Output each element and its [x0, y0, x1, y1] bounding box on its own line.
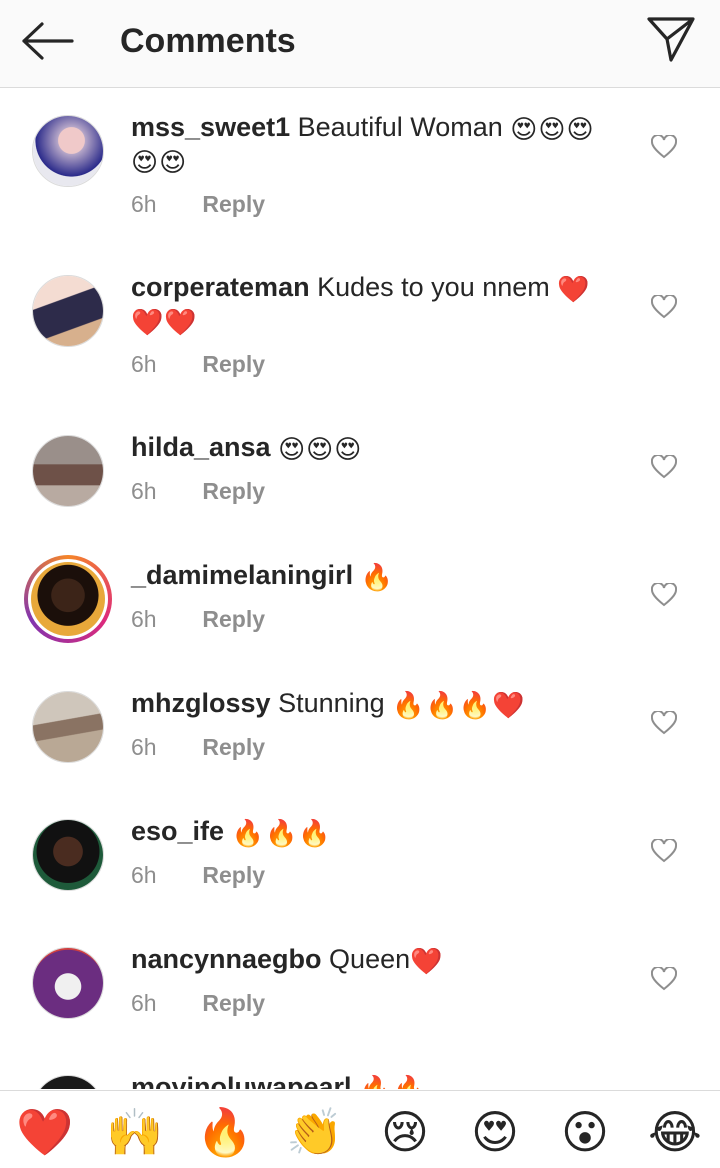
heart-icon[interactable]: [651, 295, 677, 319]
comment-emojis: ❤️: [557, 274, 591, 304]
reply-button[interactable]: Reply: [202, 862, 265, 888]
comment-meta: 6h Reply: [131, 990, 265, 1017]
comment-time: 6h: [131, 478, 157, 504]
comment-emojis-line2: 😍😍: [131, 147, 188, 177]
comment-body: Queen: [329, 944, 411, 974]
username[interactable]: moyinoluwapearl: [131, 1072, 352, 1089]
emoji-surprised-face-button[interactable]: 😮: [554, 1101, 616, 1163]
emoji-raising-hands-button[interactable]: 🙌: [104, 1101, 166, 1163]
avatar-story-ring[interactable]: [24, 555, 112, 643]
comment-text: moyinoluwapearl 🔥🔥: [131, 1071, 626, 1089]
comment-emojis: 🔥🔥🔥❤️: [392, 690, 526, 720]
username[interactable]: mhzglossy: [131, 688, 271, 718]
username[interactable]: eso_ife: [131, 816, 224, 846]
username[interactable]: mss_sweet1: [131, 112, 290, 142]
heart-icon[interactable]: [651, 711, 677, 735]
avatar[interactable]: [32, 275, 104, 347]
top-bar: Comments: [0, 0, 720, 88]
heart-icon[interactable]: [651, 967, 677, 991]
comment-body: Kudes to you nnem: [317, 272, 558, 302]
emoji-tears-of-joy-button[interactable]: 😂: [644, 1101, 706, 1163]
comment-body: Beautiful Woman: [297, 112, 511, 142]
emoji-red-heart-button[interactable]: ❤️: [14, 1101, 76, 1163]
heart-icon[interactable]: [651, 583, 677, 607]
comment-time: 6h: [131, 734, 157, 760]
heart-icon[interactable]: [651, 135, 677, 159]
comment-body: Stunning: [278, 688, 393, 718]
avatar[interactable]: [32, 1075, 104, 1089]
quick-emoji-bar: ❤️ 🙌 🔥 👏 😢 😍 😮 😂: [0, 1090, 720, 1168]
comment-emojis: 😍😍😍: [278, 434, 363, 464]
comment-text: eso_ife 🔥🔥🔥: [131, 815, 626, 848]
username[interactable]: corperateman: [131, 272, 310, 302]
comment-emojis: 😍😍😍: [510, 114, 595, 144]
comment-text: corperateman Kudes to you nnem ❤️ ❤️❤️: [131, 271, 626, 337]
avatar[interactable]: [32, 691, 104, 763]
page-title: Comments: [120, 22, 296, 60]
username[interactable]: nancynnaegbo: [131, 944, 322, 974]
reply-button[interactable]: Reply: [202, 191, 265, 217]
comment-emojis: 🔥🔥: [359, 1074, 426, 1089]
comment-time: 6h: [131, 191, 157, 217]
heart-icon[interactable]: [651, 455, 677, 479]
emoji-crying-face-button[interactable]: 😢: [374, 1101, 436, 1163]
arrow-left-icon[interactable]: [18, 20, 76, 62]
reply-button[interactable]: Reply: [202, 351, 265, 377]
emoji-fire-button[interactable]: 🔥: [194, 1101, 256, 1163]
comment-text: nancynnaegbo Queen❤️: [131, 943, 626, 976]
comment-text: mss_sweet1 Beautiful Woman 😍😍😍 😍😍: [131, 111, 626, 177]
avatar[interactable]: [32, 819, 104, 891]
comment-meta: 6h Reply: [131, 606, 265, 633]
emoji-heart-eyes-button[interactable]: 😍: [464, 1101, 526, 1163]
avatar[interactable]: [32, 115, 104, 187]
emoji-clapping-hands-button[interactable]: 👏: [284, 1101, 346, 1163]
comment-time: 6h: [131, 606, 157, 632]
reply-button[interactable]: Reply: [202, 606, 265, 632]
comment-text: _damimelaningirl 🔥: [131, 559, 626, 592]
comment-meta: 6h Reply: [131, 351, 265, 378]
reply-button[interactable]: Reply: [202, 478, 265, 504]
username[interactable]: hilda_ansa: [131, 432, 271, 462]
comment-emojis-line2: ❤️❤️: [131, 307, 198, 337]
avatar[interactable]: [32, 435, 104, 507]
comment-meta: 6h Reply: [131, 191, 265, 218]
paper-plane-icon[interactable]: [644, 14, 698, 64]
comment-meta: 6h Reply: [131, 734, 265, 761]
heart-icon[interactable]: [651, 839, 677, 863]
reply-button[interactable]: Reply: [202, 734, 265, 760]
avatar[interactable]: [32, 947, 104, 1019]
comment-emojis: 🔥🔥🔥: [231, 818, 332, 848]
comment-emojis: ❤️: [410, 946, 444, 976]
comment-time: 6h: [131, 351, 157, 377]
comment-meta: 6h Reply: [131, 862, 265, 889]
comment-time: 6h: [131, 862, 157, 888]
comment-text: mhzglossy Stunning 🔥🔥🔥❤️: [131, 687, 626, 720]
comment-emojis: 🔥: [360, 562, 394, 592]
comment-text: hilda_ansa 😍😍😍: [131, 431, 626, 464]
comment-meta: 6h Reply: [131, 478, 265, 505]
username[interactable]: _damimelaningirl: [131, 560, 353, 590]
reply-button[interactable]: Reply: [202, 990, 265, 1016]
comments-list: mss_sweet1 Beautiful Woman 😍😍😍 😍😍 6h Rep…: [0, 89, 720, 1089]
comment-time: 6h: [131, 990, 157, 1016]
